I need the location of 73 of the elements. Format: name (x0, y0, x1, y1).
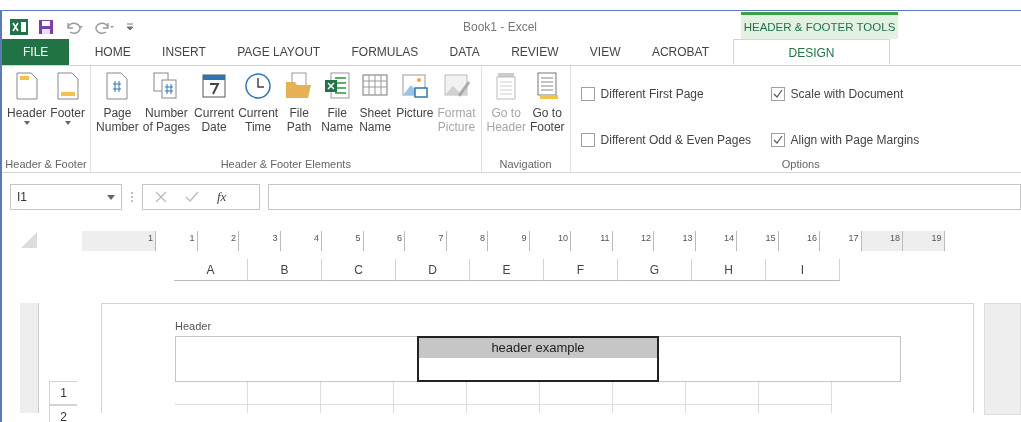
header-section[interactable]: header example (417, 336, 659, 382)
grid-cell[interactable] (321, 382, 394, 405)
ribbon-tab[interactable]: PAGE LAYOUT (231, 39, 327, 65)
checkbox-label: Different Odd & Even Pages (600, 133, 752, 147)
grip-icon (130, 191, 134, 203)
group-label: Navigation (498, 157, 553, 172)
ribbon-tab[interactable]: ACROBAT (645, 39, 715, 65)
grid-cell[interactable] (686, 382, 759, 405)
grid-cell[interactable] (394, 382, 467, 405)
checkbox[interactable] (770, 133, 785, 147)
column-header[interactable]: E (470, 259, 544, 281)
header-area[interactable]: header example (175, 336, 901, 382)
ribbon-tab[interactable]: FORMULAS (345, 39, 425, 65)
ribbon-button[interactable]: Page Number (94, 70, 141, 156)
ribbon-button[interactable]: Header (5, 70, 49, 156)
ribbon-button[interactable]: File Path (280, 70, 319, 156)
ribbon-button[interactable]: Current Date (192, 70, 237, 156)
formula-input[interactable] (268, 184, 1021, 210)
column-header[interactable]: G (618, 259, 692, 281)
ribbon-tab[interactable]: INSERT (156, 39, 212, 65)
ribbon-tab[interactable]: VIEW (583, 39, 627, 65)
group-label: Header & Footer Elements (219, 157, 352, 172)
grid-cell[interactable] (540, 382, 613, 405)
spreadsheet-app-icon[interactable] (10, 19, 28, 35)
column-header[interactable]: B (248, 259, 322, 281)
ribbon-button[interactable]: Current Time (236, 70, 281, 156)
grid-cell[interactable] (467, 382, 540, 405)
grid-cell[interactable] (759, 382, 832, 405)
header-text: header example (491, 340, 585, 355)
grid-cell[interactable] (248, 382, 321, 405)
horizontal-ruler: 1 1 2 3 4 5 6 7 8 9 10 11 12 13 14 15 16 17 18 19 (82, 231, 945, 251)
cancel-icon[interactable] (155, 191, 167, 203)
contextual-tab-label: HEADER & FOOTER TOOLS (741, 12, 898, 39)
checkbox-label: Different First Page (600, 87, 704, 101)
ribbon-tab[interactable]: DATA (443, 39, 486, 65)
ribbon-button[interactable]: Go to Footer (527, 70, 567, 156)
save-icon[interactable] (38, 19, 54, 35)
ribbon-tab[interactable]: FILE (2, 39, 70, 65)
header-label: Header (175, 320, 213, 334)
ribbon-tab[interactable]: DESIGN (733, 39, 890, 65)
group-label: Options (780, 157, 821, 172)
check-icon[interactable] (185, 191, 199, 203)
row-header[interactable]: 2 (49, 405, 77, 422)
grid-cell[interactable] (175, 382, 248, 405)
select-all-icon[interactable] (20, 231, 38, 249)
checkbox-label: Align with Page Margins (790, 133, 920, 147)
column-header[interactable]: C (322, 259, 396, 281)
checkbox[interactable] (770, 87, 785, 101)
undo-icon[interactable] (64, 20, 84, 34)
customize-icon[interactable] (126, 22, 134, 32)
ribbon-button[interactable]: Number of Pages (140, 70, 193, 156)
ribbon-button[interactable]: Sheet Name (356, 70, 395, 156)
ribbon-tab[interactable]: REVIEW (505, 39, 565, 65)
grid-cell[interactable] (613, 382, 686, 405)
insert-function-button[interactable]: fx (217, 189, 227, 205)
column-header[interactable]: A (174, 259, 248, 281)
column-header[interactable]: I (766, 259, 840, 281)
column-header[interactable]: H (692, 259, 766, 281)
group-label: Header & Footer (5, 157, 88, 172)
checkbox-label: Scale with Document (790, 87, 904, 101)
row-header[interactable]: 1 (49, 381, 77, 405)
column-header[interactable]: D (396, 259, 470, 281)
redo-icon[interactable] (94, 20, 116, 34)
ribbon-button[interactable]: File Name (318, 70, 357, 156)
name-box[interactable]: I1 (10, 184, 122, 210)
checkbox[interactable] (580, 87, 595, 101)
column-header[interactable]: F (544, 259, 618, 281)
ribbon-tab[interactable]: HOME (88, 39, 137, 65)
caret-icon (107, 194, 115, 200)
ribbon-button[interactable]: Footer (48, 70, 88, 156)
checkbox[interactable] (580, 133, 595, 147)
window-title: Book1 - Excel (461, 19, 538, 36)
ribbon-button[interactable]: Picture (394, 70, 436, 156)
